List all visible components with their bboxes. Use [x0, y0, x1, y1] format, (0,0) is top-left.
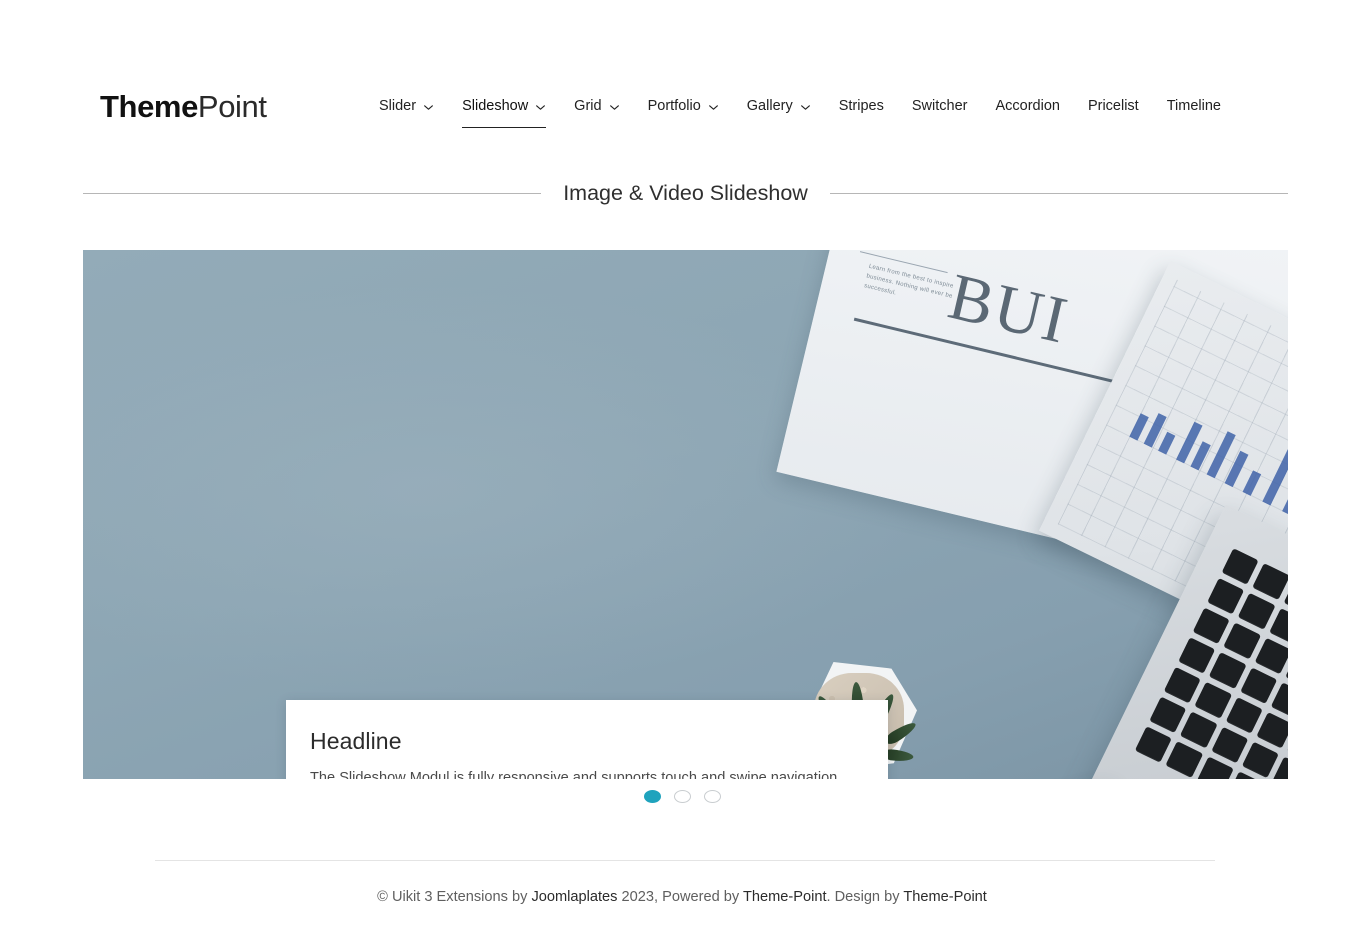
nav-item-label: Gallery [746, 98, 793, 114]
site-logo[interactable]: ThemePoint [100, 91, 267, 122]
nav-item-slideshow[interactable]: Slideshow [448, 92, 560, 128]
nav-item-slider[interactable]: Slider [365, 92, 448, 128]
chevron-down-icon [609, 102, 620, 113]
nav-item-pricelist[interactable]: Pricelist [1074, 92, 1153, 128]
divider-left [83, 193, 542, 194]
slide-caption-card: Headline The Slideshow Modul is fully re… [286, 700, 888, 779]
nav-item-label: Timeline [1166, 98, 1221, 114]
nav-item-switcher[interactable]: Switcher [898, 92, 982, 128]
nav-item-stripes[interactable]: Stripes [825, 92, 898, 128]
page-title: Image & Video Slideshow [563, 181, 808, 205]
slideshow-pagination [0, 790, 1364, 803]
pagination-dot-3[interactable] [703, 790, 721, 803]
nav-item-label: Stripes [838, 98, 884, 114]
main-navigation: Slider Slideshow Grid Portfolio Gallery … [365, 92, 1235, 128]
slideshow-container[interactable]: Learn from the best to inspire business.… [83, 250, 1288, 779]
chevron-down-icon [708, 102, 719, 113]
nav-item-label: Pricelist [1087, 98, 1139, 114]
nav-item-label: Slideshow [462, 98, 529, 114]
site-header: ThemePoint Slider Slideshow Grid Portfol… [0, 0, 1364, 180]
logo-regular-part: Point [197, 89, 267, 124]
slide-headline: Headline [310, 728, 402, 754]
divider-right [829, 193, 1288, 194]
footer-prefix: © Uikit 3 Extensions by [377, 889, 532, 905]
section-heading-row: Image & Video Slideshow [83, 181, 1288, 206]
nav-item-label: Accordion [995, 98, 1060, 114]
nav-item-label: Switcher [911, 98, 968, 114]
page-root: ThemePoint Slider Slideshow Grid Portfol… [0, 0, 1364, 931]
logo-bold-part: Theme [100, 89, 198, 124]
footer-middle-2: . Design by [826, 889, 904, 905]
nav-item-label: Grid [574, 98, 602, 114]
site-footer: © Uikit 3 Extensions by Joomlaplates 202… [0, 889, 1364, 905]
footer-link-themepoint-powered[interactable]: Theme-Point [743, 889, 827, 905]
pagination-dot-2[interactable] [673, 790, 691, 803]
nav-item-gallery[interactable]: Gallery [733, 92, 825, 128]
nav-item-accordion[interactable]: Accordion [981, 92, 1073, 128]
chevron-down-icon [423, 102, 434, 113]
slide-body-text: The Slideshow Modul is fully responsive … [310, 770, 838, 779]
chevron-down-icon [535, 102, 546, 113]
nav-item-timeline[interactable]: Timeline [1153, 92, 1235, 128]
footer-link-themepoint-design[interactable]: Theme-Point [903, 889, 987, 905]
footer-divider [155, 860, 1215, 861]
nav-item-label: Portfolio [647, 98, 701, 114]
nav-item-portfolio[interactable]: Portfolio [634, 92, 733, 128]
footer-middle: 2023, Powered by [617, 889, 743, 905]
footer-link-joomlaplates[interactable]: Joomlaplates [531, 889, 617, 905]
nav-item-grid[interactable]: Grid [560, 92, 633, 128]
nav-item-label: Slider [379, 98, 417, 114]
chevron-down-icon [800, 102, 811, 113]
pagination-dot-1[interactable] [643, 790, 661, 803]
